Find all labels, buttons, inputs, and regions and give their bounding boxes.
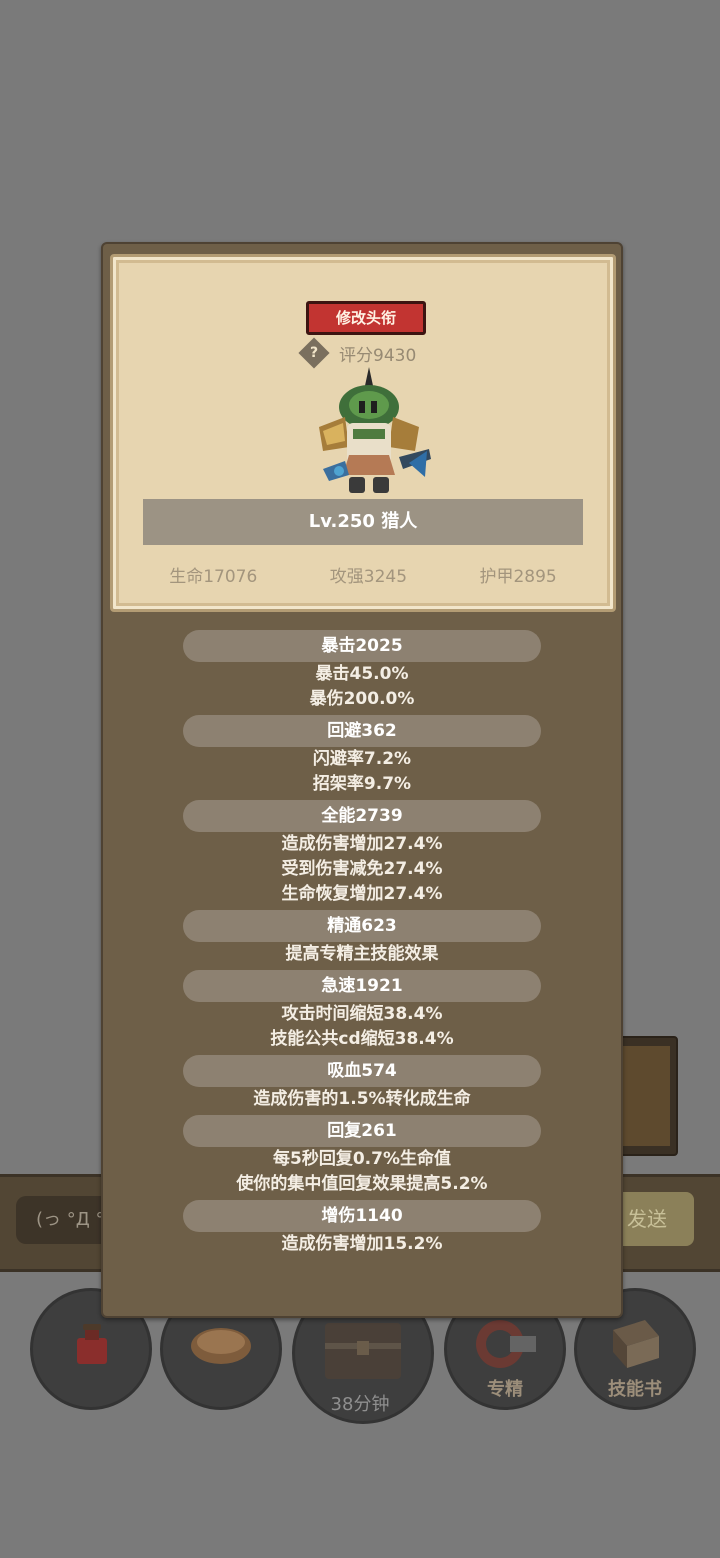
stat-header: 回复261 [183,1115,541,1147]
score-row: ? 评分9430 [298,337,417,369]
stat-line: 暴伤200.0% [309,689,415,709]
help-icon[interactable]: ? [298,337,330,369]
character-name-bar: Lv.250 猎人 [143,499,583,545]
hunter-avatar [319,367,431,493]
stat-line: 招架率9.7% [312,774,412,794]
score-text: 评分9430 [339,345,417,366]
secondary-stats-list: 暴击2025 暴击45.0% 暴伤200.0% 回避362 闪避率7.2% 招架… [103,630,621,1260]
stat-line: 使你的集中值回复效果提高5.2% [236,1174,488,1194]
stat-line: 暴击45.0% [315,664,409,684]
stat-header: 增伤1140 [183,1200,541,1232]
stat-line: 攻击时间缩短38.4% [281,1004,443,1024]
skill-book-icon [613,1320,659,1369]
stat-header: 急速1921 [183,970,541,1002]
stat-group-avoidance: 回避362 闪避率7.2% 招架率9.7% [103,715,621,797]
stat-line: 受到伤害减免27.4% [281,859,443,879]
stat-group-damage-bonus: 增伤1140 造成伤害增加15.2% [103,1200,621,1257]
stat-line: 闪避率7.2% [312,749,412,769]
bread-icon [191,1328,251,1365]
base-stats-row: 生命17076 攻强3245 护甲2895 [113,562,613,587]
stat-group-regen: 回复261 每5秒回复0.7%生命值 使你的集中值回复效果提高5.2% [103,1115,621,1197]
stat-line: 技能公共cd缩短38.4% [270,1029,454,1049]
stat-line: 提高专精主技能效果 [285,944,439,964]
stat-header: 吸血574 [183,1055,541,1087]
potion-icon [77,1324,107,1365]
character-card: 修改头衔 ? 评分9430 Lv.250 猎人 生命17076 攻强3245 护… [110,254,616,612]
change-title-button[interactable]: 修改头衔 [306,301,426,335]
specialization-icon [476,1320,536,1369]
stat-line: 造成伤害增加15.2% [281,1234,443,1254]
armor-stat: 护甲2895 [479,567,557,587]
stat-header: 暴击2025 [183,630,541,662]
stat-group-mastery: 精通623 提高专精主技能效果 [103,910,621,967]
stat-line: 造成伤害的1.5%转化成生命 [253,1089,471,1109]
stat-header: 全能2739 [183,800,541,832]
stat-group-haste: 急速1921 攻击时间缩短38.4% 技能公共cd缩短38.4% [103,970,621,1052]
stat-line: 生命恢复增加27.4% [281,884,443,904]
chest-icon [325,1322,401,1379]
stat-group-leech: 吸血574 造成伤害的1.5%转化成生命 [103,1055,621,1112]
health-stat: 生命17076 [169,567,258,587]
stat-header: 回避362 [183,715,541,747]
stat-line: 每5秒回复0.7%生命值 [273,1149,451,1169]
background-chest-timer: 38分钟 [330,1394,390,1415]
stat-group-crit: 暴击2025 暴击45.0% 暴伤200.0% [103,630,621,712]
stat-line: 造成伤害增加27.4% [281,834,443,854]
stat-group-versatility: 全能2739 造成伤害增加27.4% 受到伤害减免27.4% 生命恢复增加27.… [103,800,621,907]
character-stats-panel: 修改头衔 ? 评分9430 Lv.250 猎人 生命17076 攻强3245 护… [101,242,623,1318]
stat-header: 精通623 [183,910,541,942]
attack-power-stat: 攻强3245 [329,567,408,587]
